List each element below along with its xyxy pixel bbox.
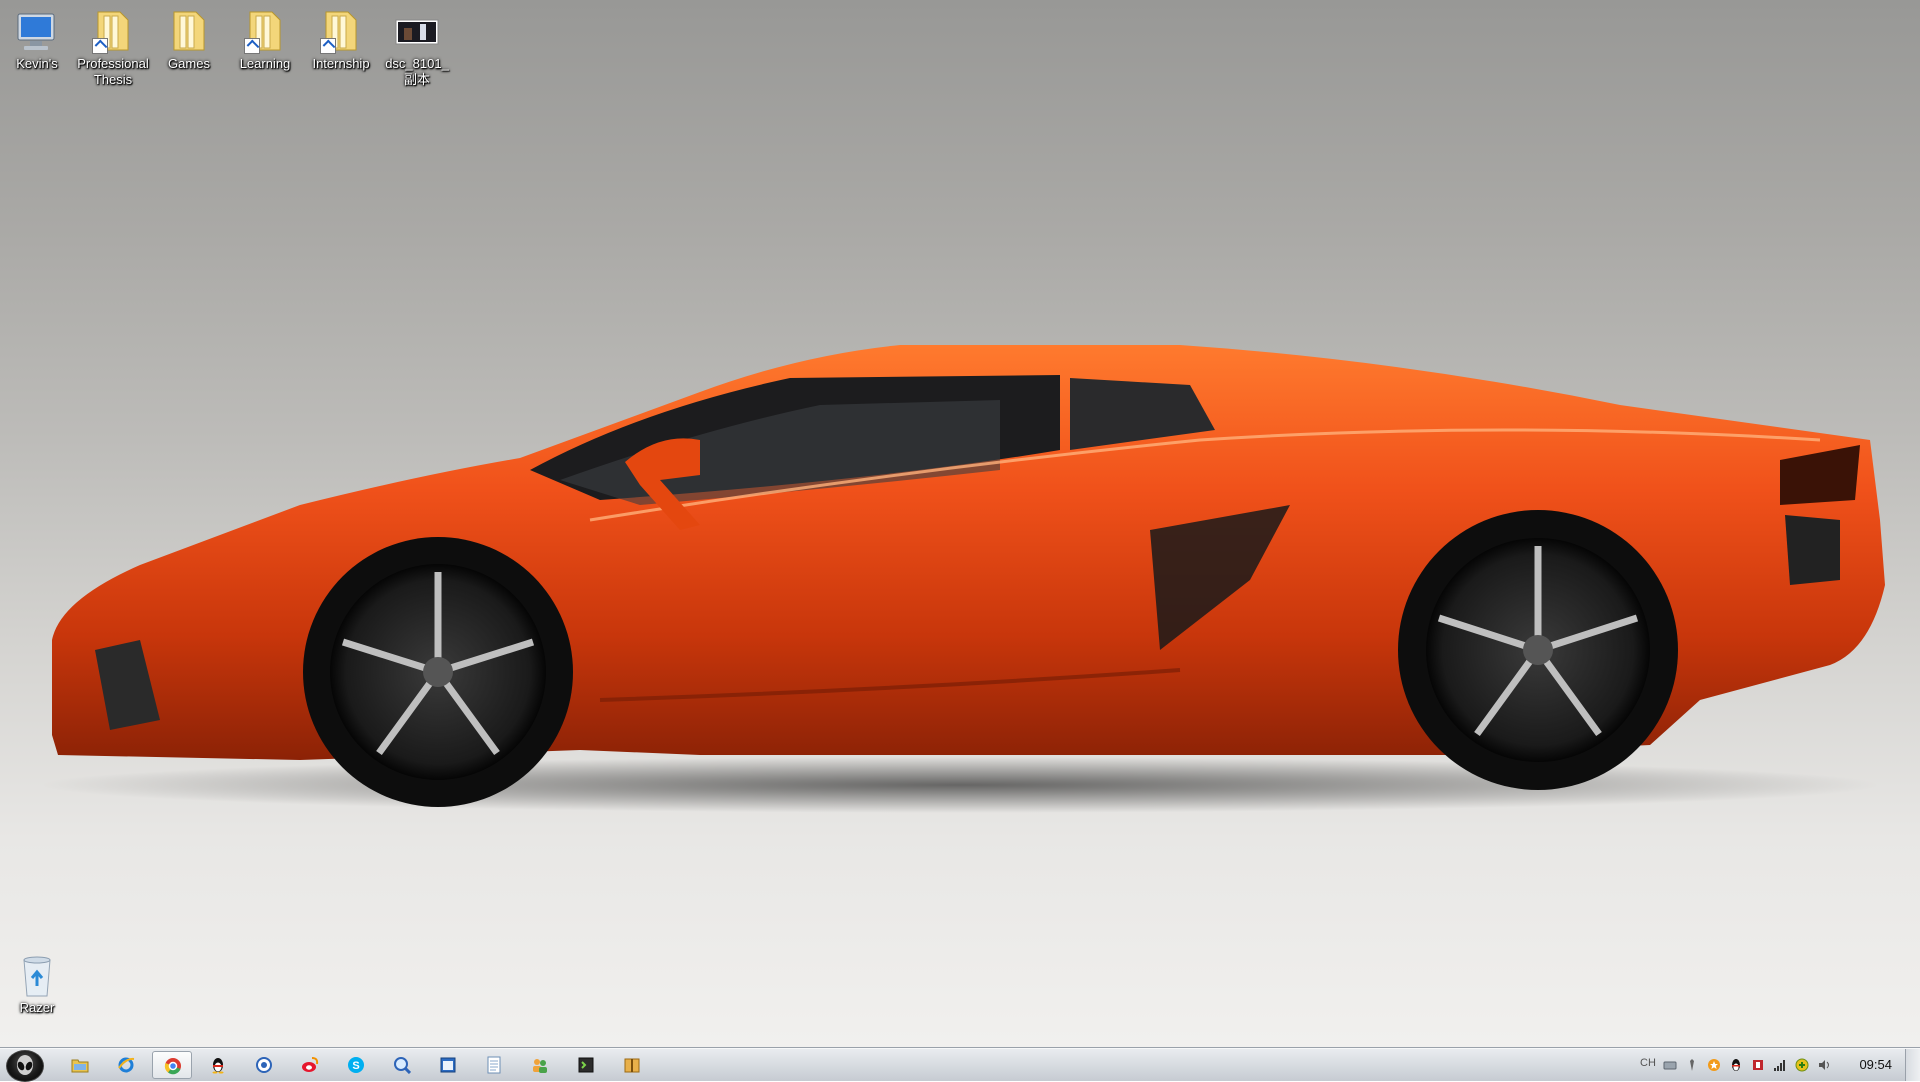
desktop-icon-dsc-8101[interactable]: dsc_8101_副本 (380, 4, 454, 88)
desktop-icon-professional-thesis[interactable]: Professional Thesis (76, 4, 150, 88)
taskbar-button-app-5[interactable] (244, 1051, 284, 1079)
chrome-icon (164, 1058, 181, 1075)
window-app-icon (440, 1057, 456, 1073)
alienware-logo-icon (17, 1055, 33, 1075)
language-indicator[interactable]: CH (1640, 1057, 1656, 1069)
volume-icon[interactable] (1817, 1058, 1831, 1072)
desktop-icon-label: Razer (19, 1000, 55, 1015)
desktop[interactable]: Kevin's Professional Thesis Games Learni… (0, 0, 1920, 1048)
taskbar-button-qq[interactable] (198, 1051, 238, 1079)
archive-icon (624, 1058, 640, 1073)
qq-tray-icon[interactable] (1729, 1058, 1743, 1072)
taskbar-button-app-13[interactable] (612, 1051, 652, 1079)
weibo-icon (302, 1057, 319, 1072)
computer-icon (14, 8, 60, 54)
keyboard-icon[interactable] (1663, 1058, 1677, 1072)
taskbar-button-app-12[interactable] (566, 1051, 606, 1079)
terminal-icon (578, 1057, 594, 1073)
taskbar-button-file-explorer[interactable] (60, 1051, 100, 1079)
taskbar: S CH 09:54 (0, 1048, 1920, 1082)
taskbar-button-skype[interactable]: S (336, 1051, 376, 1079)
desktop-icon-recycle-bin[interactable]: Razer (0, 948, 74, 1016)
penguin-icon (212, 1058, 224, 1074)
start-button[interactable] (6, 1050, 44, 1082)
taskbar-button-chrome[interactable] (152, 1051, 192, 1079)
shortcut-arrow-icon (92, 38, 108, 54)
taskbar-button-internet-explorer[interactable] (106, 1051, 146, 1079)
desktop-icon-label: Games (168, 56, 210, 71)
circle-app-icon (256, 1057, 272, 1073)
desktop-icon-learning[interactable]: Learning (228, 4, 302, 72)
taskbar-button-app-8[interactable] (382, 1051, 422, 1079)
taskbar-button-notepad[interactable] (474, 1051, 514, 1079)
clock[interactable]: 09:54 (1859, 1057, 1892, 1072)
shortcut-arrow-icon (320, 38, 336, 54)
document-icon (487, 1056, 501, 1074)
folder-icon (90, 8, 136, 54)
pen-icon[interactable] (1685, 1058, 1699, 1072)
desktop-icon-label: Learning (239, 56, 291, 71)
ie-icon (118, 1057, 135, 1073)
taskbar-button-app-11[interactable] (520, 1051, 560, 1079)
desktop-icon-games[interactable]: Games (152, 4, 226, 72)
shortcut-arrow-icon (244, 38, 260, 54)
folder-icon (318, 8, 364, 54)
signal-icon[interactable] (1773, 1058, 1787, 1072)
security-icon[interactable] (1751, 1058, 1765, 1072)
taskbar-button-weibo[interactable] (290, 1051, 330, 1079)
desktop-icon-label: Internship (312, 56, 370, 71)
image-file-icon (394, 8, 440, 54)
svg-text:S: S (352, 1060, 359, 1072)
skype-icon: S (348, 1057, 364, 1073)
desktop-icon-label: Kevin's (16, 56, 58, 71)
wallpaper-car-image (40, 345, 1885, 813)
folder-icon (242, 8, 288, 54)
desktop-icon-label: Professional Thesis (77, 56, 149, 87)
folder-icon (71, 1059, 89, 1073)
desktop-icon-label: dsc_8101_副本 (385, 56, 449, 87)
folder-icon (166, 8, 212, 54)
globe-search-icon (394, 1057, 411, 1074)
show-desktop-button[interactable] (1905, 1049, 1920, 1081)
taskbar-button-app-9[interactable] (428, 1051, 468, 1079)
desktop-icon-internship[interactable]: Internship (304, 4, 378, 72)
desktop-icon-kevins-computer[interactable]: Kevin's (0, 4, 74, 72)
people-icon (533, 1059, 547, 1073)
recycle-bin-icon (14, 952, 60, 998)
update-icon[interactable] (1795, 1058, 1809, 1072)
star-icon[interactable] (1707, 1058, 1721, 1072)
